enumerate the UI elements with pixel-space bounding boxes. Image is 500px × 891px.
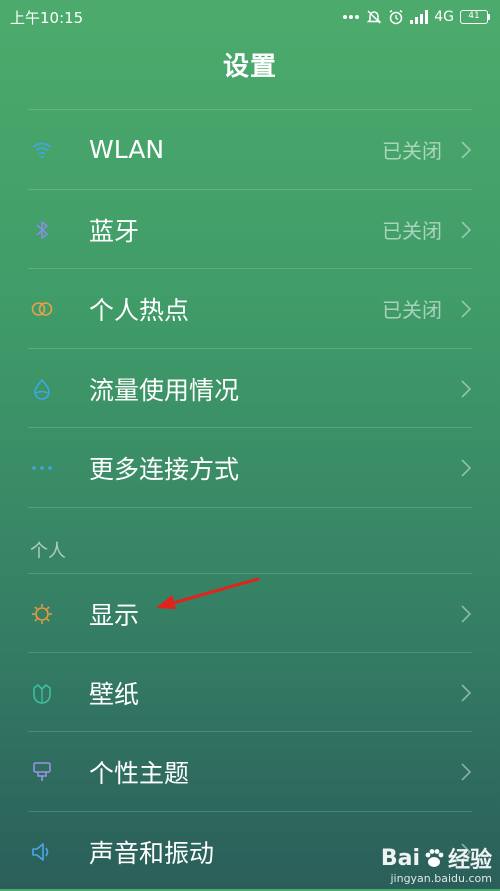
- status-time: 上午10:15: [10, 8, 84, 27]
- data-usage-icon: [30, 377, 54, 401]
- chevron-right-icon: [461, 458, 472, 477]
- wallpaper-icon: [30, 681, 54, 705]
- divider: [28, 507, 472, 508]
- settings-item-wallpaper[interactable]: 壁纸: [0, 653, 500, 732]
- settings-item-label: 流量使用情况: [89, 375, 240, 405]
- settings-item-label: 个性主题: [89, 758, 190, 788]
- hotspot-icon: [30, 297, 54, 321]
- settings-item-label: 显示: [89, 600, 140, 630]
- sound-icon: [30, 840, 54, 864]
- settings-item-label: 蓝牙: [89, 216, 140, 246]
- wifi-icon: [30, 138, 54, 162]
- watermark-brand-tail: 经验: [447, 848, 492, 873]
- chevron-right-icon: [461, 220, 472, 239]
- settings-item-wlan[interactable]: WLAN 已关闭: [0, 110, 500, 189]
- brightness-icon: [30, 602, 54, 626]
- settings-item-value: 已关闭: [382, 219, 442, 243]
- battery-level: 41: [460, 10, 488, 24]
- status-bar: 上午10:15 4G 41: [0, 0, 500, 34]
- annotation-arrow: [156, 577, 260, 609]
- chevron-right-icon: [461, 299, 472, 318]
- section-header-personal: 个人: [30, 541, 66, 562]
- settings-item-label: 壁纸: [89, 679, 140, 709]
- chevron-right-icon: [461, 379, 472, 398]
- settings-item-label: 声音和振动: [89, 838, 215, 868]
- mute-icon: [366, 9, 382, 25]
- settings-item-more-connections[interactable]: 更多连接方式: [0, 428, 500, 507]
- settings-item-value: 已关闭: [382, 139, 442, 163]
- bluetooth-icon: [30, 218, 54, 242]
- theme-icon: [30, 760, 54, 784]
- signal-icon: [410, 10, 429, 24]
- battery-icon: 41: [460, 10, 490, 24]
- baidu-jingyan-watermark: Bai 经验 jingyan.baidu.com: [380, 842, 492, 886]
- settings-item-data-usage[interactable]: 流量使用情况: [0, 349, 500, 428]
- settings-item-label: 更多连接方式: [89, 454, 240, 484]
- more-notifications-icon: [342, 14, 360, 20]
- settings-item-label: WLAN: [89, 135, 165, 164]
- chevron-right-icon: [461, 604, 472, 623]
- alarm-icon: [388, 9, 404, 25]
- baidu-paw-icon: [425, 849, 444, 867]
- settings-item-theme[interactable]: 个性主题: [0, 732, 500, 811]
- status-icons: 4G 41: [342, 9, 490, 25]
- watermark-brand: Bai: [380, 845, 420, 871]
- settings-item-label: 个人热点: [89, 295, 190, 325]
- network-type: 4G: [434, 9, 454, 25]
- settings-item-bluetooth[interactable]: 蓝牙 已关闭: [0, 190, 500, 269]
- chevron-right-icon: [461, 762, 472, 781]
- watermark-url: jingyan.baidu.com: [390, 872, 492, 885]
- more-connections-icon: [30, 456, 54, 480]
- page-title: 设置: [222, 52, 277, 82]
- chevron-right-icon: [461, 140, 472, 159]
- settings-item-hotspot[interactable]: 个人热点 已关闭: [0, 269, 500, 348]
- settings-item-value: 已关闭: [382, 298, 442, 322]
- chevron-right-icon: [461, 683, 472, 702]
